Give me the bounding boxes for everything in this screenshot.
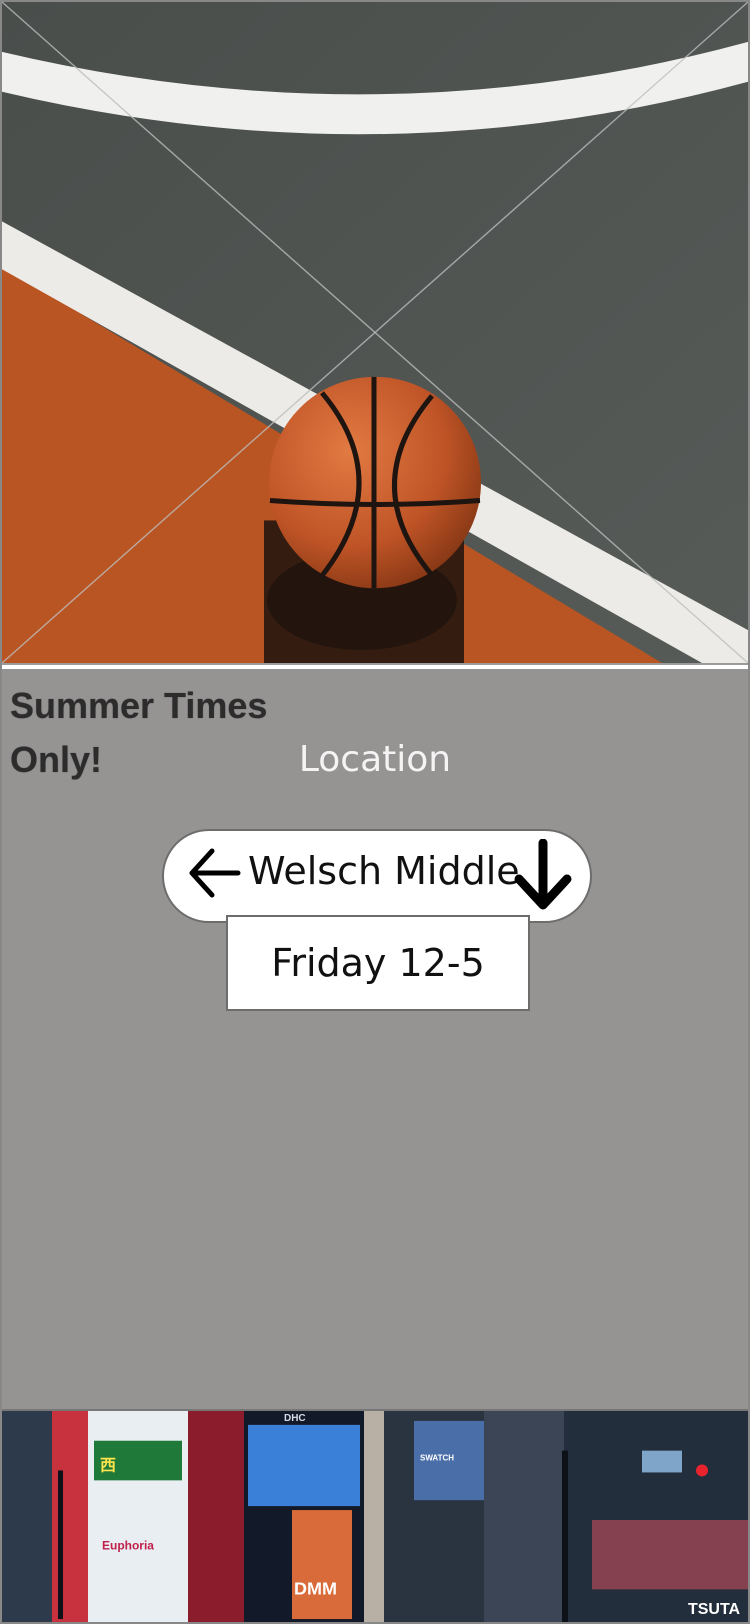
- location-selector[interactable]: Welsch Middle: [162, 829, 592, 923]
- sign-euphoria: Euphoria: [102, 1539, 154, 1553]
- location-title: Location: [298, 739, 452, 780]
- arrow-down-icon[interactable]: [512, 839, 574, 911]
- basketball-court-illustration: [2, 2, 748, 663]
- city-street-illustration: 西 Euphoria DHC DMM SWATCH TSUTA: [2, 1411, 748, 1622]
- event-info-panel: Summer Times Only! Location Welsch Middl…: [2, 669, 748, 1409]
- page: Summer Times Only! Location Welsch Middl…: [0, 0, 750, 1624]
- schedule-time: Friday 12-5: [271, 941, 485, 985]
- sign-dmm: DMM: [294, 1578, 337, 1598]
- sign-dhc: DHC: [284, 1413, 306, 1424]
- location-name: Welsch Middle: [248, 849, 520, 893]
- city-image: 西 Euphoria DHC DMM SWATCH TSUTA: [2, 1409, 748, 1622]
- hero-image: [2, 2, 748, 665]
- schedule-box: Friday 12-5: [226, 915, 530, 1011]
- sign-swatch: SWATCH: [420, 1454, 454, 1463]
- sign-tsuta: TSUTA: [688, 1601, 741, 1618]
- basketball: [269, 376, 481, 589]
- arrow-left-icon[interactable]: [186, 843, 244, 903]
- sign-top-left: 西: [100, 1457, 116, 1475]
